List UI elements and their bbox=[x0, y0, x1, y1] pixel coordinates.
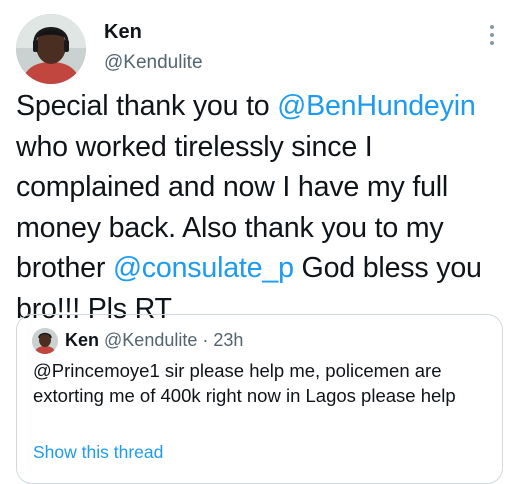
menu-dot bbox=[490, 25, 494, 29]
tweet-text: Special thank you to @BenHundeyin who wo… bbox=[16, 86, 511, 329]
quoted-tweet-header: Ken @Kendulite · 23h bbox=[65, 329, 243, 351]
quoted-display-name[interactable]: Ken bbox=[65, 330, 99, 350]
quoted-tweet-text: @Princemoye1 sir please help me, policem… bbox=[33, 360, 456, 406]
menu-dot bbox=[490, 33, 494, 37]
quoted-separator: · bbox=[202, 330, 209, 350]
author-avatar[interactable] bbox=[16, 14, 86, 84]
quoted-tweet-card[interactable]: Ken @Kendulite · 23h @Princemoye1 sir pl… bbox=[16, 314, 503, 484]
menu-dot bbox=[490, 41, 494, 45]
quoted-timestamp[interactable]: 23h bbox=[213, 330, 243, 350]
more-options-icon[interactable] bbox=[482, 22, 502, 48]
mention-link[interactable]: @consulate_p bbox=[113, 252, 294, 284]
mention-link[interactable]: @BenHundeyin bbox=[277, 90, 476, 122]
avatar-photo bbox=[16, 14, 86, 84]
tweet-text-segment: Special thank you to bbox=[16, 90, 278, 122]
author-display-name[interactable]: Ken bbox=[104, 20, 142, 44]
tweet: Ken @Kendulite Special thank you to @Ben… bbox=[0, 0, 519, 484]
quoted-handle[interactable]: @Kendulite bbox=[104, 330, 197, 350]
show-thread-link[interactable]: Show this thread bbox=[33, 441, 163, 463]
author-handle[interactable]: @Kendulite bbox=[104, 51, 203, 75]
quoted-avatar-photo bbox=[32, 328, 58, 354]
quoted-author-avatar[interactable] bbox=[32, 328, 58, 354]
